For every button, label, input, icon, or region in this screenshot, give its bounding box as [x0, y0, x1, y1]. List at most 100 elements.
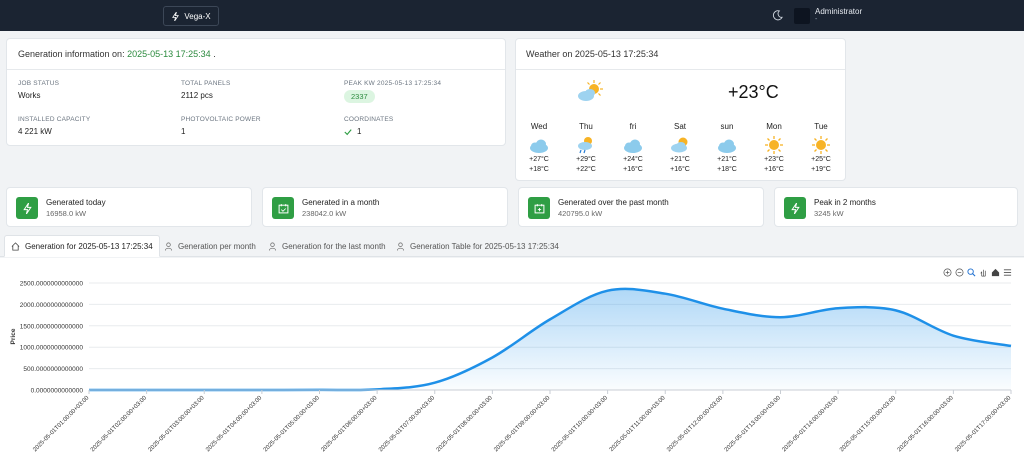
tab-label: Generation for the last month: [282, 241, 386, 251]
coordinates-label: COORDINATES: [344, 116, 394, 123]
tab-generation-last-month[interactable]: Generation for the last month: [262, 235, 392, 257]
x-tick-label: 2025-05-01T14:00:00+03:00: [781, 395, 840, 454]
x-tick-label: 2025-05-01T03:00:00+03:00: [148, 395, 207, 454]
installed-capacity-value: 4 221 kW: [18, 127, 52, 136]
x-tick-label: 2025-05-01T13:00:00+03:00: [724, 395, 783, 454]
x-tick-label: 2025-05-01T02:00:00+03:00: [90, 395, 149, 454]
home-icon: [11, 241, 20, 251]
tab-generation-table[interactable]: Generation Table for 2025-05-13 17:25:34: [390, 235, 565, 257]
forecast-high: +23°C: [764, 156, 784, 163]
forecast-high: +21°C: [717, 156, 737, 163]
forecast-low: +22°C: [576, 166, 596, 173]
forecast-day: Wed +27°C +18°C: [519, 122, 559, 175]
cloud-icon: [718, 139, 736, 153]
tab-bar: Generation for 2025-05-13 17:25:34 Gener…: [0, 235, 1024, 257]
calendar-check-icon: [278, 203, 288, 213]
tab-generation-per-month[interactable]: Generation per month: [158, 235, 262, 257]
y-tick-label: 1500.0000000000000: [20, 323, 84, 330]
forecast-low: +19°C: [811, 166, 831, 173]
avatar[interactable]: [794, 8, 810, 24]
forecast-low: +18°C: [529, 166, 549, 173]
sun-icon: [765, 136, 783, 154]
calendar-plus-icon: [534, 203, 544, 213]
weather-title: Weather on 2025-05-13 17:25:34: [526, 49, 659, 59]
stat-icon-box: [784, 197, 806, 219]
x-tick-label: 2025-05-01T09:00:00+03:00: [493, 395, 552, 454]
forecast-day: Tue +25°C +19°C: [801, 122, 841, 175]
stat-title: Generated today: [46, 198, 106, 207]
forecast-high: +27°C: [529, 156, 549, 163]
pv-power-label: PHOTOVOLTAIC POWER: [181, 116, 261, 123]
forecast-high: +21°C: [670, 156, 690, 163]
y-tick-label: 2000.0000000000000: [20, 302, 84, 309]
title-datetime: 2025-05-13 17:25:34: [127, 49, 211, 59]
x-tick-label: 2025-05-01T15:00:00+03:00: [839, 395, 898, 454]
tab-label: Generation for 2025-05-13 17:25:34: [25, 241, 153, 251]
title-suffix: .: [213, 49, 216, 59]
bolt-icon: [172, 11, 180, 21]
x-tick-label: 2025-05-01T04:00:00+03:00: [205, 395, 264, 454]
brand-label: Vega-X: [184, 11, 211, 21]
stat-title: Generated over the past month: [558, 198, 669, 207]
total-panels-value: 2112 pcs: [181, 91, 213, 100]
peak-kw-badge: 2337: [344, 90, 375, 103]
sun-cloud-icon: [671, 137, 688, 153]
forecast-low: +16°C: [670, 166, 690, 173]
tab-generation-today[interactable]: Generation for 2025-05-13 17:25:34: [4, 235, 160, 257]
user-subtitle: -: [815, 16, 818, 23]
brand-button[interactable]: Vega-X: [163, 6, 219, 26]
forecast-day-name: Mon: [766, 122, 782, 131]
user-icon: [164, 242, 173, 251]
y-tick-label: 500.0000000000000: [23, 366, 83, 373]
x-tick-label: 2025-05-01T12:00:00+03:00: [666, 395, 725, 454]
forecast-day: Thu +29°C +22°C: [566, 122, 606, 175]
stat-title: Generated in a month: [302, 198, 380, 207]
forecast-day-name: fri: [629, 122, 637, 131]
stat-title: Peak in 2 months: [814, 198, 876, 207]
peak-kw-label: PEAK KW 2025-05-13 17:25:34: [344, 80, 442, 87]
forecast-day: Mon +23°C +16°C: [754, 122, 794, 175]
stat-icon-box: [528, 197, 550, 219]
y-tick-label: 0.0000000000000: [31, 388, 84, 395]
forecast-low: +16°C: [764, 166, 784, 173]
x-tick-label: 2025-05-01T08:00:00+03:00: [436, 395, 495, 454]
forecast-high: +25°C: [811, 156, 831, 163]
sun-rain-icon: [578, 137, 592, 154]
stat-value: 238042.0 kW: [302, 209, 347, 218]
check-icon: [344, 129, 352, 136]
forecast-day-name: sun: [720, 122, 734, 131]
user-name[interactable]: Administrator: [815, 7, 862, 16]
stat-card-generated-past-month: Generated over the past month 420795.0 k…: [518, 187, 764, 227]
total-panels-label: TOTAL PANELS: [181, 80, 231, 87]
y-axis-label: Price: [10, 328, 17, 344]
y-tick-label: 1000.0000000000000: [20, 345, 84, 352]
stat-icon-box: [16, 197, 38, 219]
job-status-label: JOB STATUS: [18, 80, 60, 87]
x-tick-label: 2025-05-01T16:00:00+03:00: [897, 395, 956, 454]
forecast-day: sun +21°C +18°C: [707, 122, 747, 175]
divider: [516, 69, 845, 70]
sun-icon: [812, 136, 830, 154]
divider: [7, 69, 505, 70]
tab-label: Generation per month: [178, 241, 256, 251]
stat-icon-box: [272, 197, 294, 219]
current-temperature: +23°C: [728, 82, 779, 102]
x-tick-label: 2025-05-01T06:00:00+03:00: [320, 395, 379, 454]
stat-card-generated-today: Generated today 16958.0 kW: [6, 187, 252, 227]
bolt-icon: [22, 202, 32, 214]
forecast-high: +24°C: [623, 156, 643, 163]
cloud-icon: [530, 139, 548, 153]
forecast-day-name: Wed: [530, 122, 548, 131]
x-tick-label: 2025-05-01T05:00:00+03:00: [263, 395, 322, 454]
title-prefix: Generation information on:: [18, 49, 125, 59]
x-tick-label: 2025-05-01T10:00:00+03:00: [551, 395, 610, 454]
user-icon: [268, 242, 277, 251]
coordinates-value[interactable]: 1: [357, 127, 361, 136]
forecast-low: +18°C: [717, 166, 737, 173]
sun-cloud-icon: [578, 80, 603, 101]
tab-label: Generation Table for 2025-05-13 17:25:34: [410, 241, 559, 251]
cloud-icon: [624, 139, 642, 153]
moon-icon[interactable]: [772, 10, 783, 21]
generation-info-title: Generation information on: 2025-05-13 17…: [18, 49, 216, 59]
forecast-low: +16°C: [623, 166, 643, 173]
